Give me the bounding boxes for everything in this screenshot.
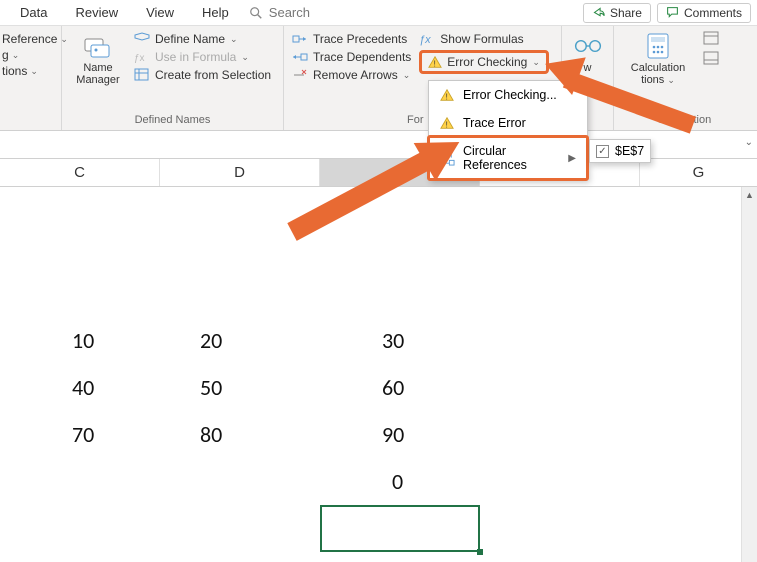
- watch-label: w: [584, 62, 592, 74]
- remove-arrows-button[interactable]: Remove Arrows ⌄: [292, 68, 411, 82]
- cell[interactable]: 0: [320, 458, 480, 505]
- calc-now-icon[interactable]: [702, 30, 720, 46]
- define-name-button[interactable]: Define Name ⌄: [134, 32, 271, 46]
- lookup-fragment: Reference ⌄ g ⌄ tions ⌄: [2, 30, 53, 78]
- cell[interactable]: 80: [160, 411, 320, 458]
- search-placeholder: Search: [269, 5, 310, 20]
- warning-icon: !: [439, 87, 455, 103]
- trace-dependents-button[interactable]: Trace Dependents: [292, 50, 411, 64]
- sheet-grid[interactable]: 10 20 30 40 50 60 70 80 90 0: [0, 187, 757, 562]
- calculator-icon: [643, 32, 673, 60]
- search-icon: [249, 6, 263, 20]
- remove-arrows-icon: [292, 68, 308, 82]
- name-manager-button[interactable]: Name Manager: [70, 30, 126, 114]
- cell[interactable]: 10: [0, 317, 160, 364]
- svg-text:ƒx: ƒx: [134, 53, 145, 64]
- warning-icon: !: [428, 55, 442, 69]
- reference-label[interactable]: Reference: [2, 32, 57, 46]
- cell[interactable]: 50: [160, 364, 320, 411]
- tab-view[interactable]: View: [132, 0, 188, 25]
- defined-names-label: Defined Names: [70, 114, 275, 128]
- fx-icon: ƒx: [134, 50, 150, 64]
- svg-text:!: !: [434, 59, 436, 68]
- chevron-right-icon: ▶: [568, 153, 576, 164]
- cell[interactable]: 70: [0, 411, 160, 458]
- cell[interactable]: 20: [160, 317, 320, 364]
- circular-ref-cell: $E$7: [615, 144, 644, 158]
- tab-help[interactable]: Help: [188, 0, 243, 25]
- share-icon: [592, 6, 605, 19]
- search-area[interactable]: Search: [249, 5, 310, 20]
- circular-ref-submenu[interactable]: ✓ $E$7: [589, 139, 651, 163]
- tag-icon: [134, 32, 150, 46]
- create-from-selection-button[interactable]: Create from Selection: [134, 68, 271, 82]
- share-button[interactable]: Share: [583, 3, 651, 23]
- svg-text:ƒx: ƒx: [419, 34, 431, 46]
- use-in-formula-button: ƒx Use in Formula ⌄: [134, 50, 271, 64]
- col-header-g[interactable]: G: [640, 159, 757, 186]
- svg-text:!: !: [446, 92, 448, 101]
- show-formulas-button[interactable]: ƒx Show Formulas: [419, 32, 549, 46]
- name-manager-label: Name Manager: [76, 62, 119, 86]
- error-checking-button[interactable]: ! Error Checking ⌄: [419, 50, 549, 74]
- cell[interactable]: 30: [320, 317, 480, 364]
- cell-selection: [320, 505, 480, 552]
- tab-review[interactable]: Review: [61, 0, 132, 25]
- cell[interactable]: 40: [0, 364, 160, 411]
- vertical-scrollbar[interactable]: ▲: [741, 187, 757, 562]
- show-formulas-icon: ƒx: [419, 32, 435, 46]
- share-label: Share: [610, 6, 642, 20]
- comment-icon: [666, 6, 679, 19]
- cell[interactable]: 60: [320, 364, 480, 411]
- col-header-d[interactable]: D: [160, 159, 320, 186]
- fill-handle[interactable]: [477, 549, 483, 555]
- expand-formula-bar-icon[interactable]: ⌄: [745, 137, 753, 148]
- cell[interactable]: 90: [320, 411, 480, 458]
- grid-icon: [134, 68, 150, 82]
- calc-sheet-icon[interactable]: [702, 50, 720, 66]
- tab-data[interactable]: Data: [6, 0, 61, 25]
- name-tag-icon: [83, 32, 113, 60]
- comments-label: Comments: [684, 6, 742, 20]
- precedents-icon: [292, 32, 308, 46]
- checkbox-icon: ✓: [596, 145, 609, 158]
- menu-tabs: Data Review View Help Search Share Comme…: [0, 0, 757, 26]
- comments-button[interactable]: Comments: [657, 3, 751, 23]
- dependents-icon: [292, 50, 308, 64]
- frag-tions[interactable]: tions: [2, 64, 27, 78]
- frag-g[interactable]: g: [2, 48, 9, 62]
- trace-precedents-button[interactable]: Trace Precedents: [292, 32, 411, 46]
- scroll-up-icon[interactable]: ▲: [742, 187, 757, 203]
- col-header-c[interactable]: C: [0, 159, 160, 186]
